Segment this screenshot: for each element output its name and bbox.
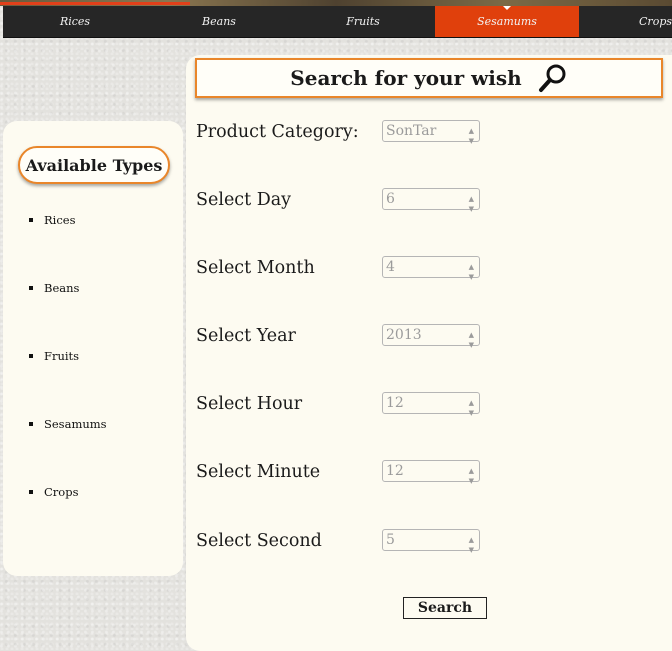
sidebar-item-beans[interactable]: Beans xyxy=(29,281,107,349)
banner-accent xyxy=(0,2,190,5)
sidebar-panel: Available Types Rices Beans Fruits Sesam… xyxy=(3,121,183,576)
field-row-minute: Select Minute 12 ▲ ▼ xyxy=(196,460,666,485)
field-row-hour: Select Hour 12 ▲ ▼ xyxy=(196,392,666,417)
second-select[interactable]: 5 ▲ ▼ xyxy=(382,529,480,554)
top-nav: Rices Beans Fruits Sesamums Crops xyxy=(3,6,672,38)
nav-item-crops[interactable]: Crops xyxy=(579,6,672,37)
minute-value: 12 xyxy=(386,463,404,479)
category-value: SonTar xyxy=(386,123,437,139)
types-list: Rices Beans Fruits Sesamums Crops xyxy=(29,213,107,553)
minute-label: Select Minute xyxy=(196,462,321,482)
field-row-month: Select Month 4 ▲ ▼ xyxy=(196,256,666,281)
sidebar-item-sesamums[interactable]: Sesamums xyxy=(29,417,107,485)
bullet-icon xyxy=(29,354,33,358)
category-label: Product Category: xyxy=(196,122,359,142)
minute-select[interactable]: 12 ▲ ▼ xyxy=(382,460,480,485)
month-label: Select Month xyxy=(196,258,315,278)
sidebar-item-label: Sesamums xyxy=(44,417,107,431)
search-title-box: Search for your wish xyxy=(195,58,663,98)
sidebar-item-fruits[interactable]: Fruits xyxy=(29,349,107,417)
bullet-icon xyxy=(29,422,33,426)
nav-item-fruits[interactable]: Fruits xyxy=(291,6,435,37)
sidebar-item-label: Fruits xyxy=(44,349,80,363)
chevron-down-icon: ▲ ▼ xyxy=(468,399,474,417)
search-button[interactable]: Search xyxy=(403,597,487,619)
chevron-down-icon: ▲ ▼ xyxy=(468,536,474,554)
month-select[interactable]: 4 ▲ ▼ xyxy=(382,256,480,281)
field-row-second: Select Second 5 ▲ ▼ xyxy=(196,529,666,554)
available-types-heading: Available Types xyxy=(18,146,170,184)
nav-item-crops-label: Crops xyxy=(639,15,672,28)
chevron-down-icon: ▲ ▼ xyxy=(468,195,474,213)
day-select[interactable]: 6 ▲ ▼ xyxy=(382,188,480,213)
chevron-down-icon: ▲ ▼ xyxy=(468,331,474,349)
field-row-day: Select Day 6 ▲ ▼ xyxy=(196,188,666,213)
month-value: 4 xyxy=(386,259,395,275)
year-label: Select Year xyxy=(196,326,296,346)
chevron-down-icon: ▲ ▼ xyxy=(468,127,474,145)
bullet-icon xyxy=(29,218,33,222)
nav-item-rices[interactable]: Rices xyxy=(3,6,147,37)
hour-select[interactable]: 12 ▲ ▼ xyxy=(382,392,480,417)
bullet-icon xyxy=(29,286,33,290)
bullet-icon xyxy=(29,490,33,494)
field-row-year: Select Year 2013 ▲ ▼ xyxy=(196,324,666,349)
second-label: Select Second xyxy=(196,531,322,551)
search-panel: Search for your wish Product Category: S… xyxy=(186,55,672,651)
nav-item-sesamums[interactable]: Sesamums xyxy=(435,6,579,37)
page-title: Search for your wish xyxy=(290,66,522,90)
chevron-down-icon: ▲ ▼ xyxy=(468,263,474,281)
hour-label: Select Hour xyxy=(196,394,303,414)
field-row-category: Product Category: SonTar ▲ ▼ xyxy=(196,120,666,145)
hour-value: 12 xyxy=(386,395,404,411)
sidebar-item-label: Crops xyxy=(44,485,79,499)
magnifier-icon xyxy=(538,64,566,92)
chevron-down-icon: ▲ ▼ xyxy=(468,467,474,485)
second-value: 5 xyxy=(386,532,395,548)
day-label: Select Day xyxy=(196,190,292,210)
sidebar-item-rices[interactable]: Rices xyxy=(29,213,107,281)
sidebar-item-label: Beans xyxy=(44,281,80,295)
nav-item-beans[interactable]: Beans xyxy=(147,6,291,37)
category-select[interactable]: SonTar ▲ ▼ xyxy=(382,120,480,145)
day-value: 6 xyxy=(386,191,395,207)
year-select[interactable]: 2013 ▲ ▼ xyxy=(382,324,480,349)
sidebar-item-crops[interactable]: Crops xyxy=(29,485,107,553)
sidebar-item-label: Rices xyxy=(44,213,76,227)
year-value: 2013 xyxy=(386,327,422,343)
